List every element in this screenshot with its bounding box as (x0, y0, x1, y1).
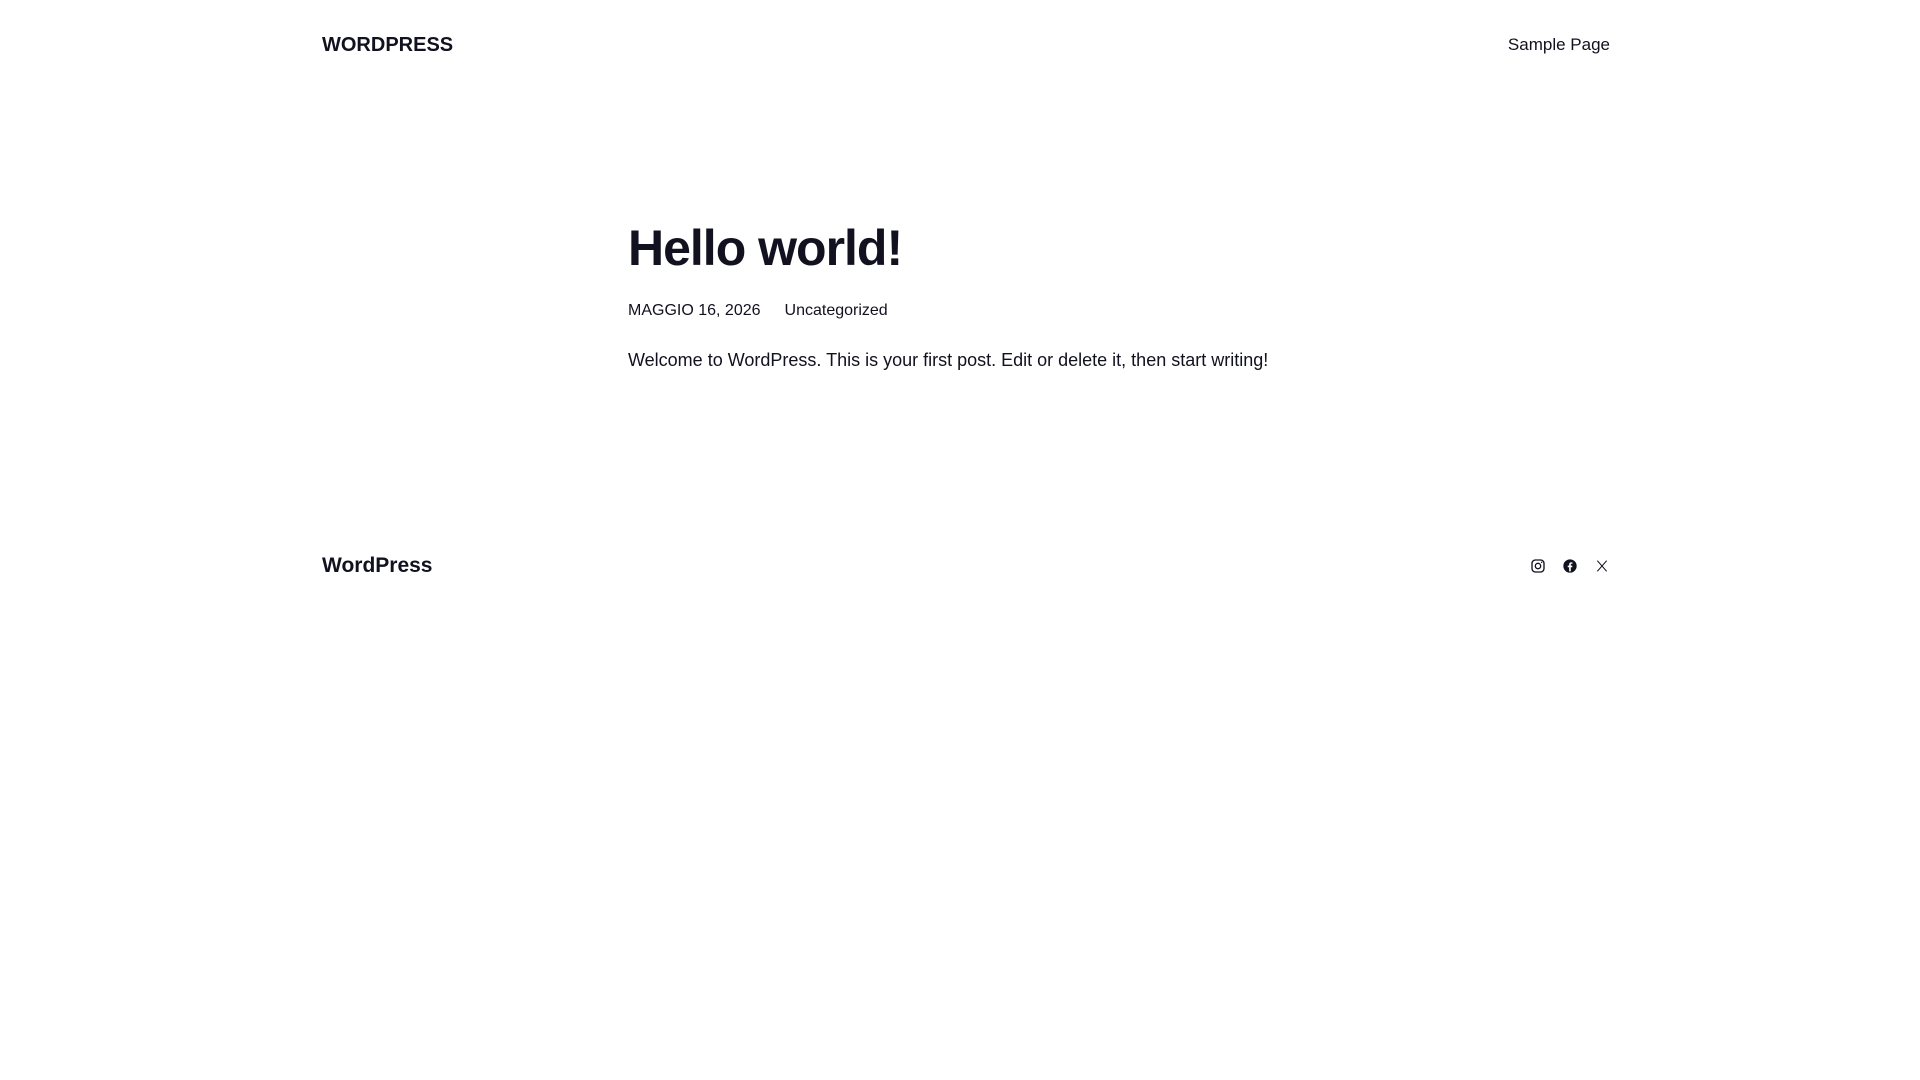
post-content: Welcome to WordPress. This is your first… (628, 349, 1269, 370)
site-header: WORDPRESS Sample Page (322, 0, 1610, 90)
facebook-icon[interactable] (1562, 558, 1578, 574)
primary-navigation: Sample Page (1508, 35, 1610, 55)
post-title: Hello world! (628, 220, 903, 276)
site-title-link[interactable]: WORDPRESS (322, 34, 453, 57)
footer-site-title-link[interactable]: WordPress (322, 554, 433, 578)
post-meta: MAGGIO 16, 2026 Uncategorized (628, 302, 1328, 320)
site-footer: WordPress (322, 540, 1610, 592)
post-article: Hello world! MAGGIO 16, 2026 Uncategoriz… (628, 220, 1328, 389)
post-date: MAGGIO 16, 2026 (628, 301, 761, 319)
x-icon[interactable] (1594, 558, 1610, 574)
instagram-icon[interactable] (1530, 558, 1546, 574)
nav-item-sample-page[interactable]: Sample Page (1508, 35, 1610, 54)
post-category-link[interactable]: Uncategorized (785, 302, 888, 320)
social-links (1530, 558, 1610, 574)
